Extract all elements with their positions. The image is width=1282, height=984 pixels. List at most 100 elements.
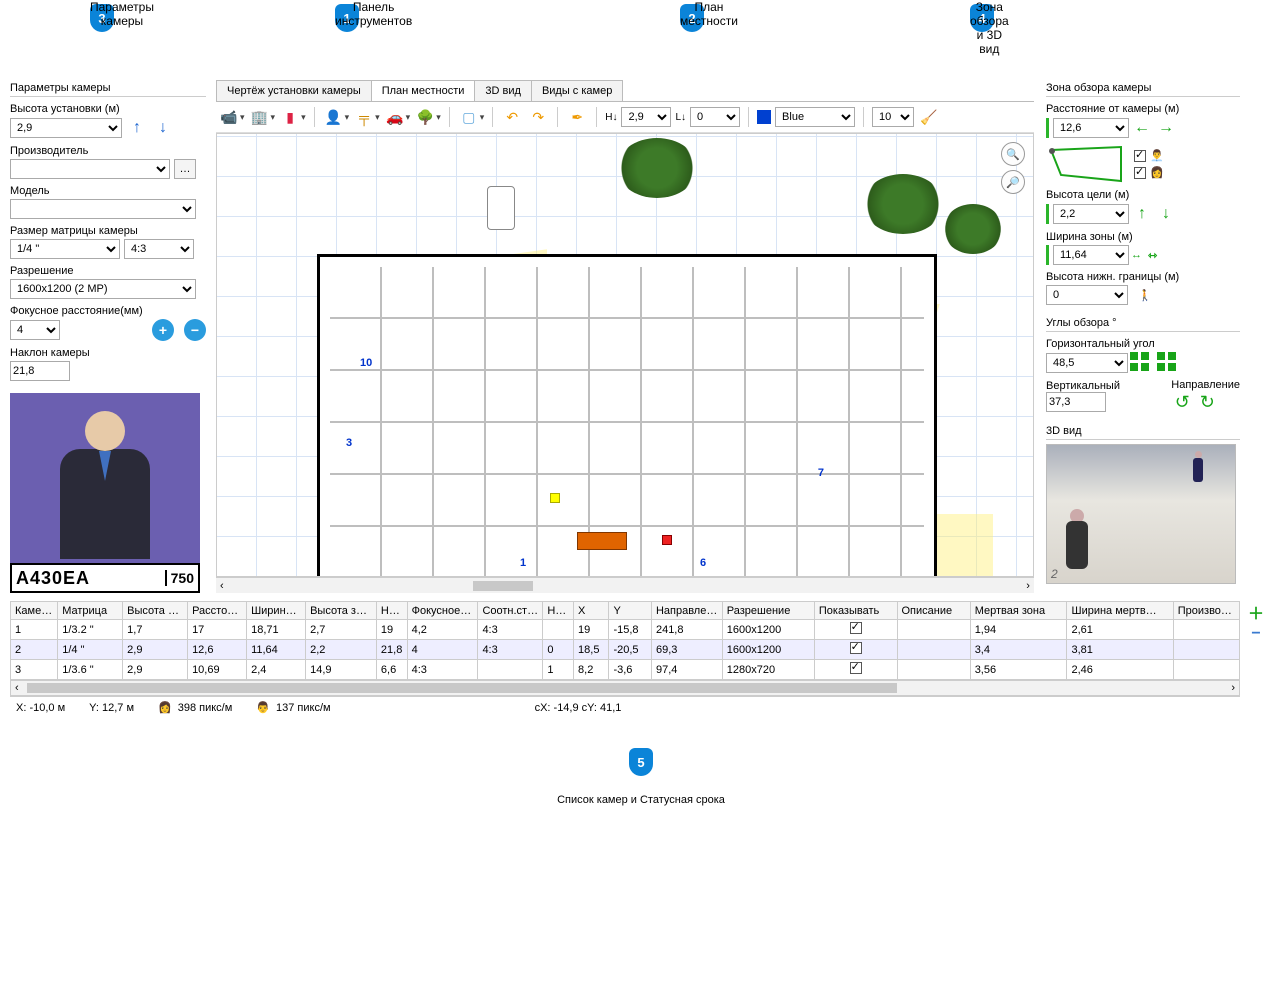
linewidth-select[interactable]: 10 xyxy=(872,107,914,127)
manufacturer-select[interactable] xyxy=(10,159,170,179)
redo-icon[interactable]: ↷ xyxy=(527,106,549,128)
table-row[interactable]: 31/3.6 "2,910,692,414,96,64:318,2-3,697,… xyxy=(11,660,1240,680)
col-header[interactable]: Описание xyxy=(897,602,970,620)
status-bar: X: -10,0 м Y: 12,7 м 👩398 пикс/м 👨137 пи… xyxy=(10,696,1240,718)
building-icon[interactable]: 🏢 xyxy=(249,106,271,128)
focal-plus-button[interactable]: + xyxy=(152,319,174,341)
height-up-icon[interactable] xyxy=(126,117,148,139)
camera-icon[interactable]: 📹 xyxy=(218,106,240,128)
model-select[interactable] xyxy=(10,199,196,219)
col-header[interactable]: Y xyxy=(609,602,652,620)
annot-2: План местности xyxy=(680,0,738,28)
zone-w-wide-button[interactable]: ⇿ xyxy=(1148,249,1157,262)
left-panel: Параметры камеры Высота установки (м) 2,… xyxy=(10,80,210,593)
col-header[interactable]: Направле… xyxy=(651,602,722,620)
annot-5: Список камер и Статусная срока xyxy=(0,794,1282,806)
tab-drawing[interactable]: Чертёж установки камеры xyxy=(216,80,372,101)
col-header[interactable]: Произво… xyxy=(1173,602,1239,620)
height-select[interactable]: 2,9 xyxy=(10,118,122,138)
col-header[interactable]: Ширин… xyxy=(247,602,306,620)
zone-w-select[interactable]: 11,64 xyxy=(1053,245,1129,265)
rotate-ccw-button[interactable] xyxy=(1171,391,1193,413)
add-camera-button[interactable]: ＋ xyxy=(1246,603,1266,621)
target-h-up-button[interactable] xyxy=(1131,203,1153,225)
col-header[interactable]: Ширина мертв… xyxy=(1067,602,1173,620)
sensor-size-select[interactable]: 1/4 " xyxy=(10,239,120,259)
color-select[interactable]: Blue xyxy=(775,107,855,127)
distance-dec-button[interactable] xyxy=(1131,117,1153,139)
distance-select[interactable]: 12,6 xyxy=(1053,118,1129,138)
show-checkbox[interactable] xyxy=(850,622,862,634)
col-header[interactable]: Рассто… xyxy=(188,602,247,620)
lower-h-select[interactable]: 0 xyxy=(1046,285,1128,305)
zoom-in-button[interactable]: 🔍 xyxy=(1001,142,1025,166)
col-header[interactable]: Каме… xyxy=(11,602,58,620)
tab-siteplan[interactable]: План местности xyxy=(371,80,476,101)
wall-icon[interactable]: ▮ xyxy=(279,106,301,128)
h-select[interactable]: 2,9 xyxy=(621,107,671,127)
tree-icon[interactable]: 🌳 xyxy=(414,106,436,128)
col-header[interactable]: Высота … xyxy=(123,602,188,620)
resolution-select[interactable]: 1600x1200 (2 MP) xyxy=(10,279,196,299)
distance-inc-button[interactable] xyxy=(1155,117,1177,139)
zoom-out-button[interactable]: 🔎 xyxy=(1001,170,1025,194)
view3d-preview[interactable]: 2 xyxy=(1046,444,1236,584)
tilt-label: Наклон камеры xyxy=(10,347,206,359)
person-icon[interactable]: 👤 xyxy=(323,106,345,128)
col-header[interactable]: X xyxy=(574,602,609,620)
target-h-select[interactable]: 2,2 xyxy=(1053,204,1129,224)
car-icon[interactable]: 🚗 xyxy=(384,106,406,128)
remove-camera-button[interactable]: − xyxy=(1246,625,1266,643)
box-icon[interactable]: ▢ xyxy=(458,106,480,128)
camera-table[interactable]: Каме…МатрицаВысота …Рассто…Ширин…Высота … xyxy=(10,601,1240,680)
undo-icon[interactable]: ↶ xyxy=(501,106,523,128)
color-swatch xyxy=(757,110,771,124)
col-header[interactable]: Фокусное… xyxy=(407,602,478,620)
h-label: H↓ xyxy=(605,112,617,123)
show-woman-checkbox[interactable] xyxy=(1134,167,1146,179)
site-plan-canvas[interactable]: 1 2 3 4 5 6 7 9 10 🔍 🔎 xyxy=(216,133,1034,577)
col-header[interactable]: Н… xyxy=(376,602,407,620)
view3d-badge: 2 xyxy=(1051,567,1058,581)
show-checkbox[interactable] xyxy=(850,642,862,654)
show-checkbox[interactable] xyxy=(850,662,862,674)
show-man-checkbox[interactable] xyxy=(1134,150,1146,162)
person2-icon: 👨 xyxy=(256,701,270,714)
tab-cameraviews[interactable]: Виды с камер xyxy=(531,80,623,101)
col-header[interactable]: Показывать xyxy=(814,602,897,620)
tilt-field[interactable] xyxy=(10,361,70,381)
bench-icon[interactable]: ╤ xyxy=(353,106,375,128)
col-header[interactable]: Н… xyxy=(543,602,574,620)
canvas-scrollbar[interactable]: ‹› xyxy=(216,577,1034,593)
col-header[interactable]: Соотн.ст… xyxy=(478,602,543,620)
manufacturer-browse-button[interactable]: … xyxy=(174,159,196,179)
aspect-select[interactable]: 4:3 xyxy=(124,239,194,259)
hangle-expand-button[interactable] xyxy=(1130,352,1151,373)
target-h-down-button[interactable] xyxy=(1155,203,1177,225)
tab-3dview[interactable]: 3D вид xyxy=(474,80,532,101)
camera-list: Каме…МатрицаВысота …Рассто…Ширин…Высота … xyxy=(10,601,1240,696)
callout-5: 5 xyxy=(629,748,653,776)
zone-w-narrow-button[interactable]: ↔ xyxy=(1131,249,1142,261)
hangle-select[interactable]: 48,5 xyxy=(1046,353,1128,373)
col-header[interactable]: Матрица xyxy=(58,602,123,620)
col-header[interactable]: Разрешение xyxy=(722,602,814,620)
hangle-contract-button[interactable] xyxy=(1157,352,1178,373)
vangle-field[interactable] xyxy=(1046,392,1106,412)
focal-label: Фокусное расстояние(мм) xyxy=(10,305,206,317)
focal-select[interactable]: 4 xyxy=(10,320,60,340)
height-down-icon[interactable] xyxy=(152,117,174,139)
table-row[interactable]: 21/4 "2,912,611,642,221,844:3018,5-20,56… xyxy=(11,640,1240,660)
annot-4: Зона обзора и 3D вид xyxy=(970,0,1009,56)
focal-minus-button[interactable]: − xyxy=(184,319,206,341)
dir-label: Направление xyxy=(1171,379,1240,391)
table-scrollbar[interactable]: ‹ › xyxy=(10,680,1240,696)
col-header[interactable]: Высота з… xyxy=(306,602,377,620)
l-select[interactable]: 0 xyxy=(690,107,740,127)
center-panel: Чертёж установки камеры План местности 3… xyxy=(216,80,1034,593)
col-header[interactable]: Мертвая зона xyxy=(970,602,1067,620)
brush-icon[interactable]: ✒ xyxy=(566,106,588,128)
rotate-cw-button[interactable] xyxy=(1196,391,1218,413)
table-row[interactable]: 11/3.2 "1,71718,712,7194,24:319-15,8241,… xyxy=(11,620,1240,640)
eraser-icon[interactable]: 🧹 xyxy=(918,106,940,128)
